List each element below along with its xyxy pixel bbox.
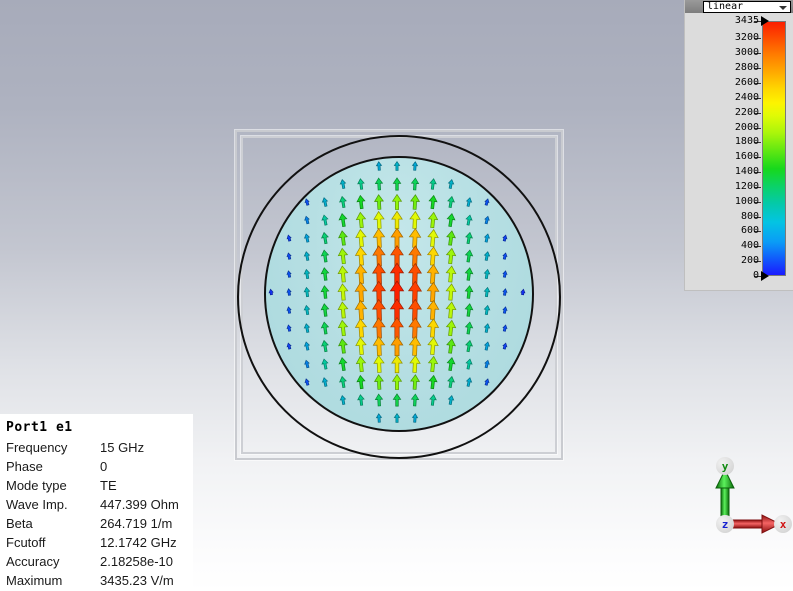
legend-tick-label: 2000: [734, 121, 759, 133]
axis-label-z: z: [716, 515, 734, 533]
legend-tick-label: 0: [752, 270, 759, 281]
info-row-key: Accuracy: [6, 554, 60, 569]
legend-tick-label: 200: [740, 255, 759, 267]
legend-tick-label: 2200: [734, 106, 759, 118]
info-row: Frequency 15 GHz: [0, 438, 193, 457]
legend-tick-label: 2600: [734, 76, 759, 88]
mode-info-panel: Port1 e1 Frequency 15 GHz Phase 0 Mode type T…: [0, 414, 193, 591]
info-row-value: 447.399 Ohm: [100, 497, 179, 512]
legend-tick-label: 1400: [734, 166, 759, 178]
legend-tick-label: 1000: [734, 195, 759, 207]
axis-label-x: x: [774, 515, 792, 533]
info-row-value: 3435.23 V/m: [100, 573, 174, 588]
info-row: Fcutoff 12.1742 GHz: [0, 533, 193, 552]
legend-min-marker[interactable]: [761, 271, 769, 281]
info-row-value: 0: [100, 459, 108, 474]
legend-tick-label: 1600: [734, 151, 759, 163]
info-row-key: Frequency: [6, 440, 68, 455]
scale-mode-dropdown[interactable]: linear: [703, 1, 791, 13]
legend-tick-label: 3000: [734, 47, 759, 59]
waveguide-inner-bore: [264, 156, 534, 432]
legend-tick-label: 800: [740, 210, 759, 222]
legend-tick-label: 2800: [734, 62, 759, 74]
info-row: Wave Imp. 447.399 Ohm: [0, 495, 193, 514]
info-row-value: 2.18258e-10: [100, 554, 174, 569]
info-row: Mode type TE: [0, 476, 193, 495]
axis-label-y: y: [716, 457, 734, 475]
legend-tick-label: 3200: [734, 32, 759, 44]
info-row: Maximum 3435.23 V/m: [0, 571, 193, 590]
info-row: Accuracy 2.18258e-10: [0, 552, 193, 571]
legend-tick-label: 400: [740, 240, 759, 252]
info-row-key: Wave Imp.: [6, 497, 68, 512]
legend-tick-label: 600: [740, 225, 759, 237]
info-row-key: Maximum: [6, 573, 63, 588]
info-row-value: 264.719 1/m: [100, 516, 173, 531]
info-row-key: Mode type: [6, 478, 67, 493]
chevron-down-icon[interactable]: [779, 6, 787, 10]
info-row: Phase 0: [0, 457, 193, 476]
legend-tick-label: 3435: [734, 15, 759, 26]
axis-orientation-triad[interactable]: y z x: [700, 450, 792, 545]
color-legend-panel[interactable]: linear 3435 3200 3000 2800 2600 2400 2200 2000 1…: [684, 0, 793, 291]
info-row-value: 12.1742 GHz: [100, 535, 177, 550]
scale-mode-value: linear: [707, 1, 744, 12]
info-row-key: Fcutoff: [6, 535, 46, 550]
legend-max-marker[interactable]: [761, 16, 769, 26]
info-row-value: 15 GHz: [100, 440, 145, 455]
info-panel-title: Port1 e1: [6, 420, 73, 435]
info-panel-rows: Frequency 15 GHz Phase 0 Mode type TE Wave Imp…: [0, 438, 193, 590]
info-row-value: TE: [100, 478, 117, 493]
legend-tick-label: 1200: [734, 180, 759, 192]
info-row-key: Phase: [6, 459, 43, 474]
info-row-key: Beta: [6, 516, 33, 531]
info-row: Beta 264.719 1/m: [0, 514, 193, 533]
legend-tick-label: 2400: [734, 91, 759, 103]
legend-color-gradient: [762, 21, 786, 276]
legend-tick-label: 1800: [734, 136, 759, 148]
